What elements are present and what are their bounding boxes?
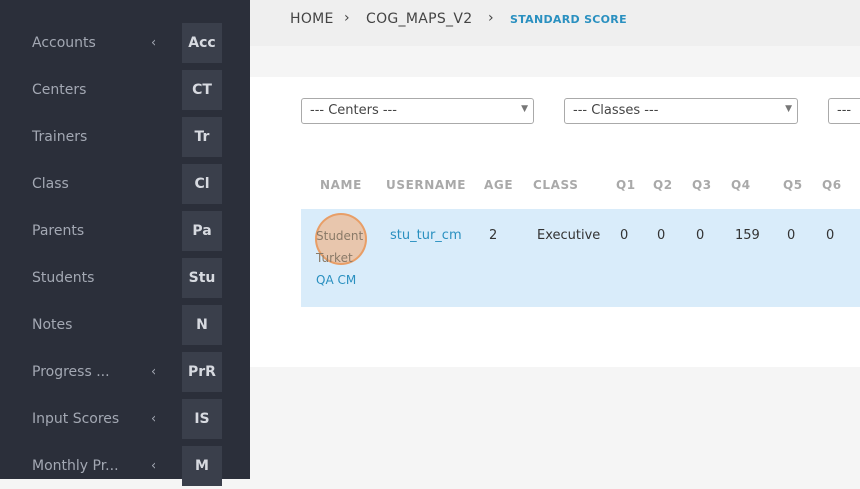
sidebar-item-accounts[interactable]: Accounts ‹ Acc	[0, 19, 250, 66]
sidebar-item-students[interactable]: Students Stu	[0, 254, 250, 301]
caret-down-icon: ▼	[785, 104, 792, 114]
sidebar-item-badge: N	[182, 304, 222, 345]
column-header-q4[interactable]: Q4	[731, 178, 751, 192]
column-header-username[interactable]: USERNAME	[386, 178, 466, 192]
sidebar-item-label: Parents	[32, 222, 85, 239]
sidebar-item-badge: Cl	[182, 163, 222, 204]
student-name-line2[interactable]: Turket	[316, 251, 353, 265]
third-select-value: ---	[837, 103, 852, 118]
q6-cell: 0	[826, 228, 835, 243]
chevron-right-icon: ›	[344, 10, 350, 26]
sidebar-item-badge: CT	[182, 69, 222, 110]
table-row[interactable]: Student Turket QA CM stu_tur_cm 2 Execut…	[301, 209, 860, 307]
sidebar-item-label: Trainers	[32, 128, 88, 145]
column-header-q3[interactable]: Q3	[692, 178, 712, 192]
centers-select[interactable]: --- Centers --- ▼	[301, 98, 534, 124]
third-select[interactable]: ---	[828, 98, 860, 124]
chevron-left-icon: ‹	[151, 364, 157, 379]
classes-select[interactable]: --- Classes --- ▼	[564, 98, 798, 124]
q1-cell: 0	[620, 228, 629, 243]
sidebar-item-notes[interactable]: Notes N	[0, 301, 250, 348]
breadcrumb-home[interactable]: HOME	[290, 11, 334, 27]
sidebar-item-progress[interactable]: Progress ... ‹ PrR	[0, 348, 250, 395]
q4-cell: 159	[735, 228, 760, 243]
column-header-q6[interactable]: Q6	[822, 178, 842, 192]
sidebar-item-badge: PrR	[182, 351, 222, 392]
sidebar-item-badge: Acc	[182, 22, 222, 63]
username-cell[interactable]: stu_tur_cm	[390, 228, 462, 243]
sidebar-item-label: Centers	[32, 81, 87, 98]
sidebar-item-parents[interactable]: Parents Pa	[0, 207, 250, 254]
column-header-name[interactable]: NAME	[320, 178, 362, 192]
sidebar: Accounts ‹ Acc Centers CT Trainers Tr Cl…	[0, 0, 250, 486]
sidebar-item-label: Input Scores	[32, 410, 120, 427]
sidebar-item-label: Class	[32, 175, 69, 192]
sidebar-item-class[interactable]: Class Cl	[0, 160, 250, 207]
sidebar-item-label: Students	[32, 269, 95, 286]
breadcrumb: HOME › COG_MAPS_V2 › STANDARD SCORE	[250, 0, 860, 46]
sidebar-item-input-scores[interactable]: Input Scores ‹ IS	[0, 395, 250, 442]
sidebar-item-trainers[interactable]: Trainers Tr	[0, 113, 250, 160]
chevron-right-icon: ›	[488, 10, 494, 26]
column-header-class[interactable]: CLASS	[533, 178, 579, 192]
sidebar-item-badge: IS	[182, 398, 222, 439]
breadcrumb-current: STANDARD SCORE	[510, 13, 627, 26]
q5-cell: 0	[787, 228, 796, 243]
classes-select-value: --- Classes ---	[573, 103, 659, 118]
chevron-left-icon: ‹	[151, 35, 157, 50]
main-panel: --- Centers --- ▼ --- Classes --- ▼ --- …	[250, 77, 860, 367]
column-header-q1[interactable]: Q1	[616, 178, 636, 192]
sidebar-item-badge: Tr	[182, 116, 222, 157]
caret-down-icon: ▼	[521, 104, 528, 114]
class-cell: Executive	[537, 228, 601, 243]
sidebar-item-centers[interactable]: Centers CT	[0, 66, 250, 113]
chevron-left-icon: ‹	[151, 458, 157, 473]
column-header-age[interactable]: AGE	[484, 178, 513, 192]
sidebar-item-label: Notes	[32, 316, 73, 333]
q3-cell: 0	[696, 228, 705, 243]
sidebar-item-label: Progress ...	[32, 363, 110, 380]
student-name-line1[interactable]: Student	[316, 229, 363, 243]
chevron-left-icon: ‹	[151, 411, 157, 426]
breadcrumb-module[interactable]: COG_MAPS_V2	[366, 11, 472, 27]
age-cell: 2	[489, 228, 498, 243]
student-name-line3[interactable]: QA CM	[316, 273, 356, 287]
sidebar-item-badge: M	[182, 445, 222, 486]
sidebar-item-badge: Pa	[182, 210, 222, 251]
sidebar-item-monthly[interactable]: Monthly Pr... ‹ M	[0, 442, 250, 489]
column-header-q5[interactable]: Q5	[783, 178, 803, 192]
sidebar-item-label: Accounts	[32, 34, 96, 51]
sidebar-item-label: Monthly Pr...	[32, 457, 119, 474]
centers-select-value: --- Centers ---	[310, 103, 397, 118]
sidebar-item-badge: Stu	[182, 257, 222, 298]
column-header-q2[interactable]: Q2	[653, 178, 673, 192]
q2-cell: 0	[657, 228, 666, 243]
